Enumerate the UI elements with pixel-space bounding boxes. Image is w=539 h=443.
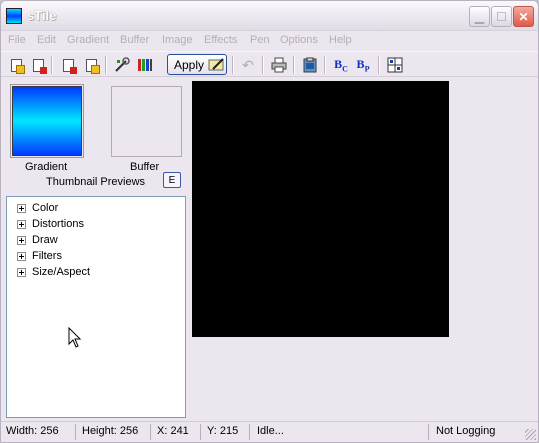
toolbar-separator xyxy=(232,56,234,74)
minimize-button[interactable]: ▁ xyxy=(469,6,490,27)
gradient-file-button[interactable] xyxy=(58,55,78,75)
image-canvas[interactable] xyxy=(192,81,449,337)
thumbnail-previews-panel: Gradient Buffer Thumbnail Previews E xyxy=(6,82,186,193)
toolbar-separator xyxy=(293,56,295,74)
status-state: Idle... xyxy=(257,425,284,437)
e-label: E xyxy=(168,174,176,186)
menu-buffer[interactable]: Buffer xyxy=(120,34,149,46)
save-button[interactable] xyxy=(28,55,48,75)
toolbar-separator xyxy=(105,56,107,74)
tree-item-color[interactable]: Color xyxy=(17,202,58,214)
status-separator xyxy=(428,424,429,440)
title-bar[interactable]: sTile ▁ ☐ ✕ xyxy=(1,1,538,31)
toolbar: Apply ↶ BC BP xyxy=(1,51,538,77)
apply-label: Apply xyxy=(174,57,205,72)
status-y: Y: 215 xyxy=(207,425,239,437)
buffer-thumb-label: Buffer xyxy=(130,161,160,173)
status-logging: Not Logging xyxy=(436,425,496,437)
expand-plus-icon[interactable] xyxy=(17,267,26,277)
grid-icon xyxy=(387,57,403,73)
tree-item-size-aspect[interactable]: Size/Aspect xyxy=(17,266,90,278)
status-separator xyxy=(249,424,250,440)
tree-item-filters[interactable]: Filters xyxy=(17,250,62,262)
tree-item-label: Color xyxy=(32,202,59,214)
status-x: X: 241 xyxy=(157,425,189,437)
menu-file[interactable]: File xyxy=(8,34,26,46)
save-file-icon xyxy=(32,58,47,74)
menu-pen[interactable]: Pen xyxy=(250,34,270,46)
expand-previews-button[interactable]: E xyxy=(163,172,181,188)
resize-grip-icon[interactable] xyxy=(525,429,536,440)
tree-item-distortions[interactable]: Distortions xyxy=(17,218,84,230)
expand-plus-icon[interactable] xyxy=(17,219,26,229)
new-button[interactable] xyxy=(6,55,26,75)
app-window: sTile ▁ ☐ ✕ File Edit Gradient Buffer Im… xyxy=(0,0,539,443)
minimize-icon: ▁ xyxy=(474,9,485,24)
tree-item-label: Size/Aspect xyxy=(32,266,91,278)
window-title: sTile xyxy=(27,8,57,23)
menu-help[interactable]: Help xyxy=(329,34,352,46)
status-width: Width: 256 xyxy=(6,425,59,437)
toolbar-separator xyxy=(378,56,380,74)
tree-item-label: Distortions xyxy=(32,218,84,230)
effects-tree: Color Distortions Draw Filters Size/Aspe… xyxy=(6,196,186,418)
thumbnail-caption: Thumbnail Previews xyxy=(46,176,146,188)
tools-icon xyxy=(115,57,130,72)
status-separator xyxy=(75,424,76,440)
menu-image[interactable]: Image xyxy=(162,34,193,46)
close-button[interactable]: ✕ xyxy=(513,6,534,27)
expand-plus-icon[interactable] xyxy=(17,251,26,261)
tile-grid-button[interactable] xyxy=(385,55,405,75)
gradient-thumb-label: Gradient xyxy=(25,161,68,173)
clipboard-button[interactable] xyxy=(300,55,320,75)
bc-icon: BC xyxy=(334,56,348,74)
gradient-thumbnail[interactable] xyxy=(12,86,82,156)
toolbar-separator xyxy=(324,56,326,74)
menu-gradient[interactable]: Gradient xyxy=(67,34,109,46)
expand-plus-icon[interactable] xyxy=(17,203,26,213)
print-button[interactable] xyxy=(269,55,289,75)
clipboard-icon xyxy=(303,57,317,73)
close-icon: ✕ xyxy=(518,9,529,24)
color-bars-icon xyxy=(138,59,152,71)
buffer-thumbnail[interactable] xyxy=(111,86,182,157)
status-height: Height: 256 xyxy=(82,425,139,437)
status-separator xyxy=(150,424,151,440)
tools-button[interactable] xyxy=(112,55,132,75)
tree-item-label: Draw xyxy=(32,234,58,246)
menu-edit[interactable]: Edit xyxy=(37,34,56,46)
app-icon xyxy=(6,8,22,24)
menu-bar: File Edit Gradient Buffer Image Effects … xyxy=(1,32,538,50)
expand-plus-icon[interactable] xyxy=(17,235,26,245)
apply-pen-icon xyxy=(208,57,224,70)
colors-button[interactable] xyxy=(135,55,155,75)
new-file-icon xyxy=(10,58,25,74)
undo-button[interactable]: ↶ xyxy=(238,55,258,75)
maximize-icon: ☐ xyxy=(496,9,507,24)
tree-item-draw[interactable]: Draw xyxy=(17,234,58,246)
toolbar-separator xyxy=(51,56,53,74)
status-separator xyxy=(200,424,201,440)
maximize-button[interactable]: ☐ xyxy=(491,6,512,27)
menu-options[interactable]: Options xyxy=(280,34,318,46)
undo-icon: ↶ xyxy=(242,56,254,73)
gradient-file-icon xyxy=(62,58,77,74)
menu-effects[interactable]: Effects xyxy=(204,34,237,46)
printer-icon xyxy=(271,57,287,73)
bp-icon: BP xyxy=(356,56,370,74)
apply-button[interactable]: Apply xyxy=(167,54,227,75)
bc-button[interactable]: BC xyxy=(331,55,351,75)
buffer-file-button[interactable] xyxy=(81,55,101,75)
mouse-cursor-icon xyxy=(68,327,82,348)
status-bar: Width: 256 Height: 256 X: 241 Y: 215 Idl… xyxy=(1,421,538,442)
toolbar-separator xyxy=(262,56,264,74)
tree-item-label: Filters xyxy=(32,250,62,262)
buffer-file-icon xyxy=(85,58,100,74)
bp-button[interactable]: BP xyxy=(353,55,373,75)
